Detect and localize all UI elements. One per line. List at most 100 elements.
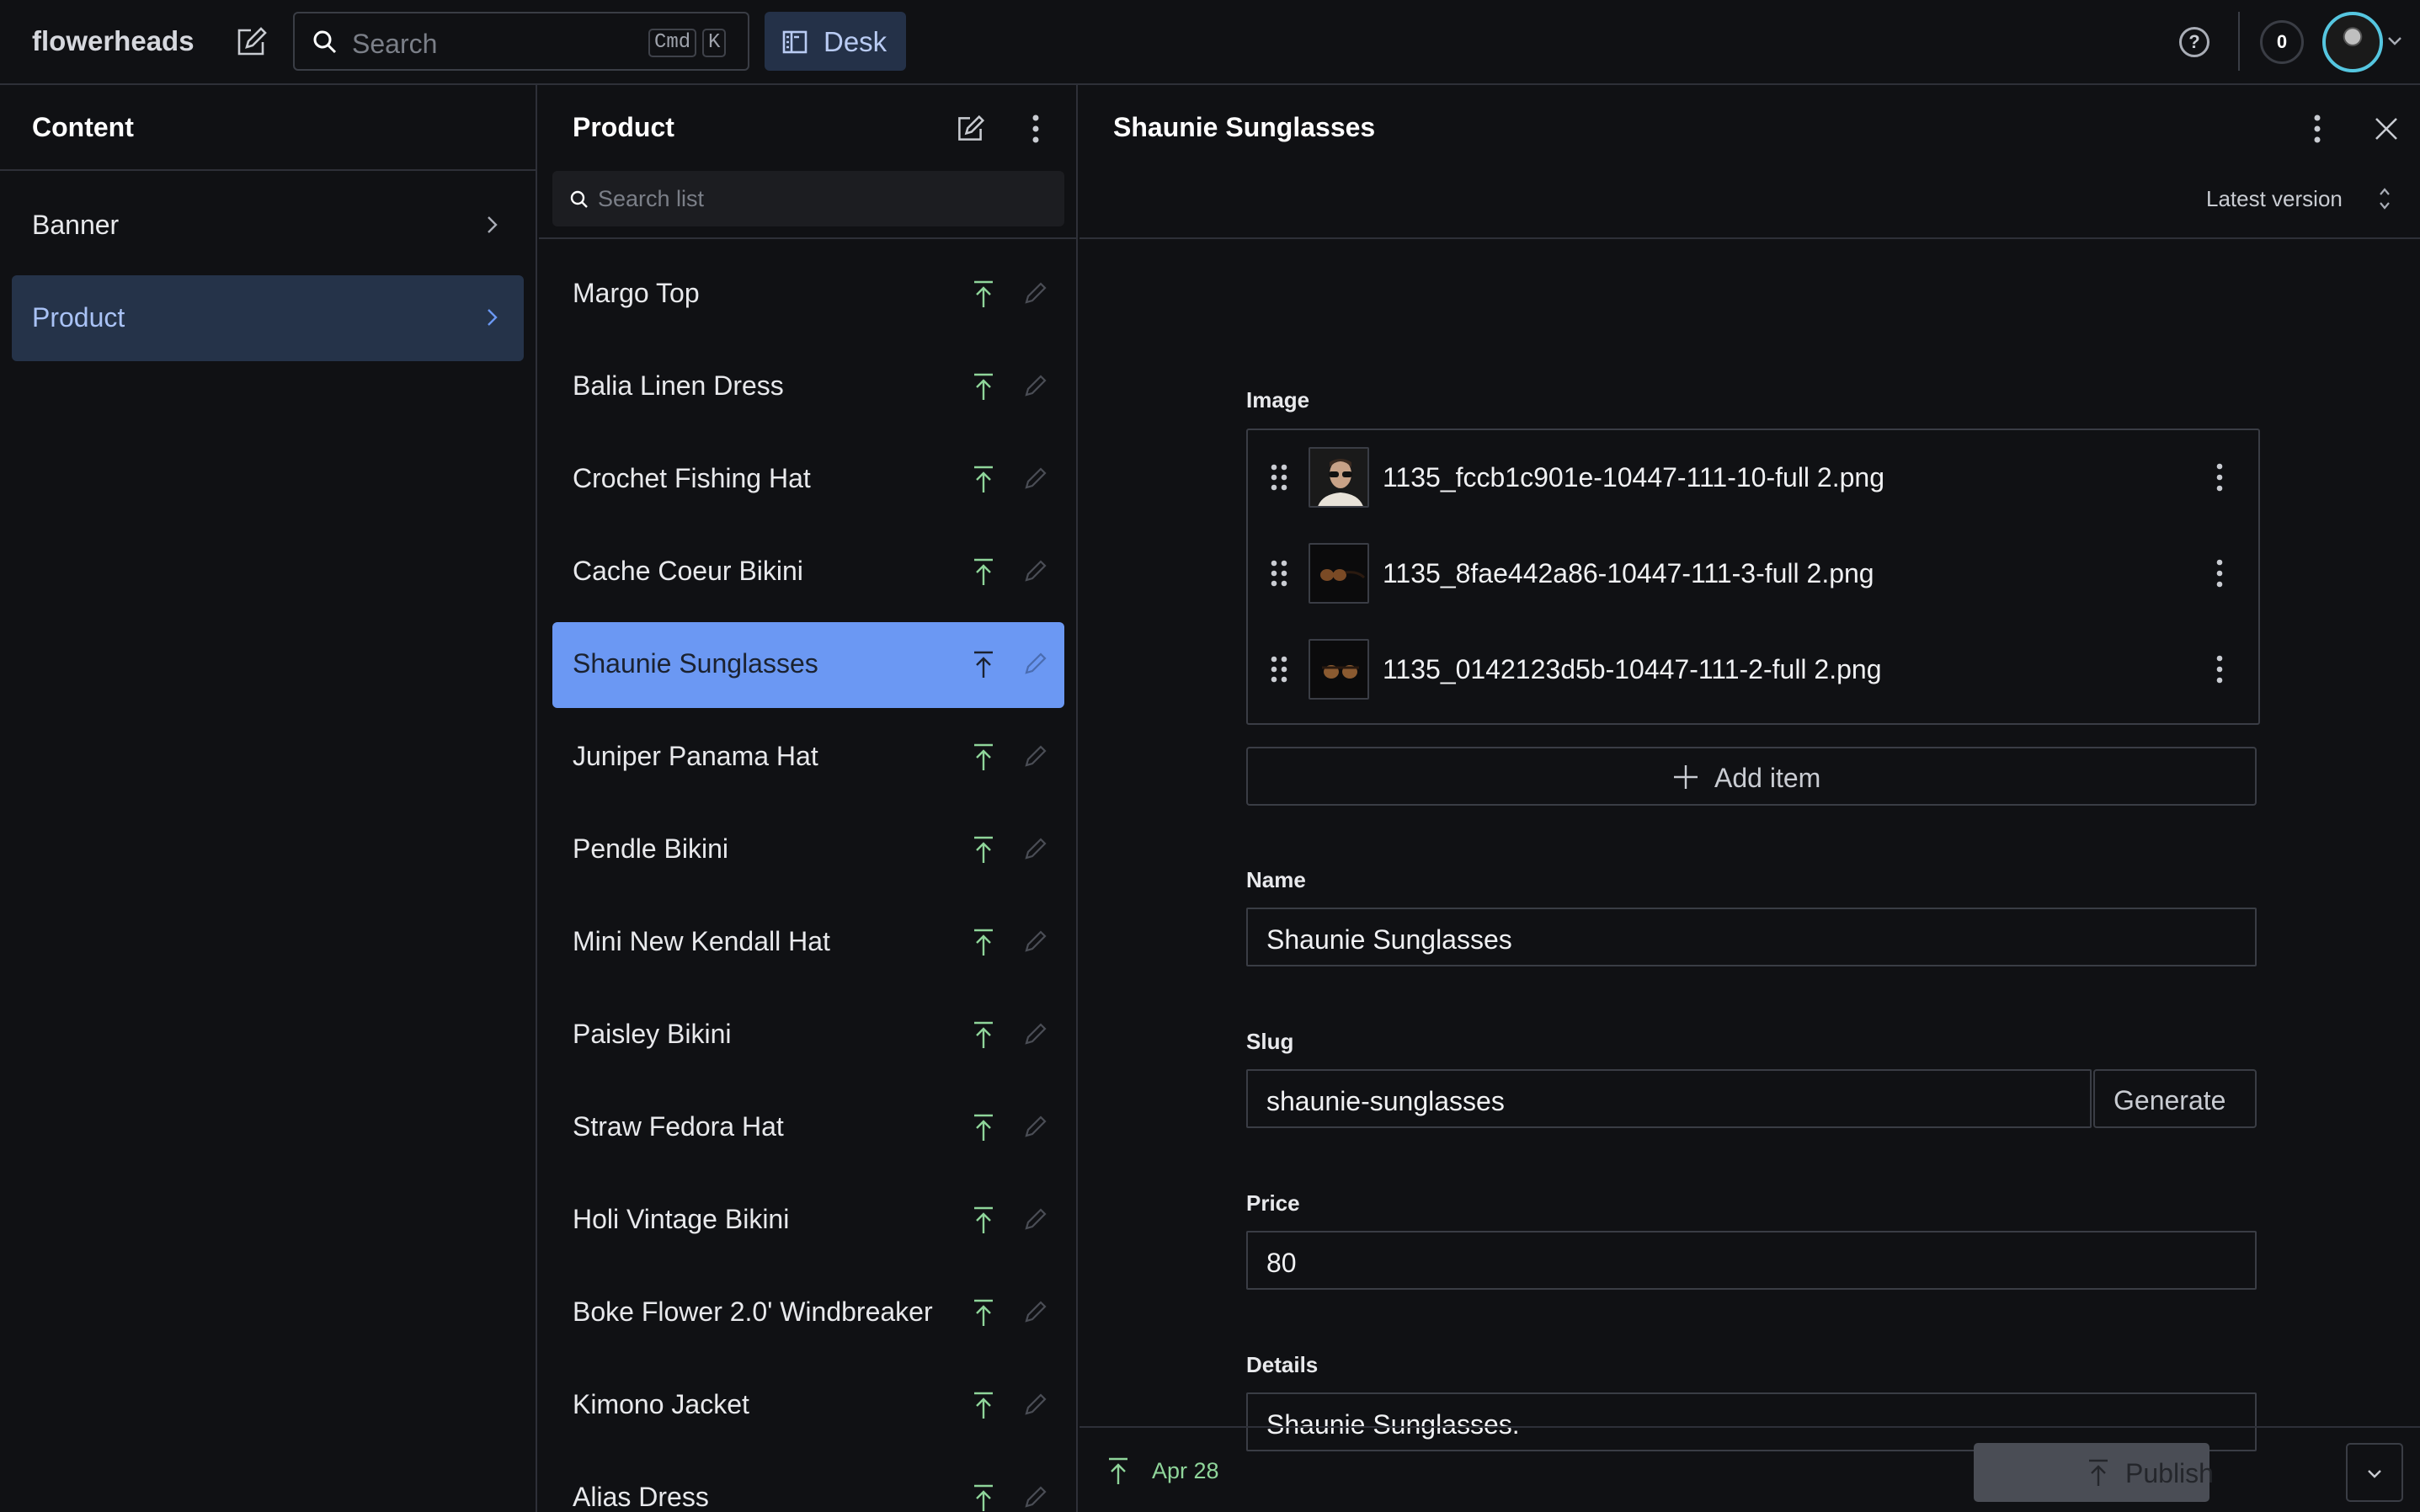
create-document-icon[interactable] <box>955 114 985 144</box>
slug-field-label: Slug <box>1246 1029 1294 1054</box>
kebab-menu-icon[interactable] <box>2215 558 2225 588</box>
document-list-item[interactable]: Kimono Jacket <box>552 1363 1064 1449</box>
close-icon[interactable] <box>2373 115 2400 142</box>
published-icon <box>972 650 995 679</box>
image-array-field: 1135_fccb1c901e-10447-111-10-full 2.png … <box>1246 429 2260 725</box>
draft-edit-icon <box>1024 1207 1047 1231</box>
published-icon <box>972 372 995 401</box>
nav-item-product[interactable]: Product <box>12 275 524 361</box>
published-date: Apr 28 <box>1152 1458 1219 1483</box>
list-search-input[interactable]: Search list <box>552 171 1064 226</box>
document-list-item[interactable]: Juniper Panama Hat <box>552 715 1064 801</box>
slug-input-value: shaunie-sunglasses <box>1266 1086 1505 1116</box>
name-input-value: Shaunie Sunglasses <box>1266 924 1512 955</box>
document-list-item[interactable]: Pendle Bikini <box>552 807 1064 893</box>
generate-slug-button[interactable]: Generate <box>2093 1069 2257 1128</box>
drag-handle-icon[interactable] <box>1270 558 1288 588</box>
image-array-item[interactable]: 1135_8fae442a86-10447-111-3-full 2.png <box>1248 526 2258 622</box>
published-icon <box>972 928 995 956</box>
draft-edit-icon <box>1024 652 1047 675</box>
drag-handle-icon[interactable] <box>1270 654 1288 684</box>
document-list-item[interactable]: Boke Flower 2.0' Windbreaker <box>552 1270 1064 1356</box>
image-thumbnail-sunglasses-front <box>1309 639 1369 700</box>
notification-count-badge[interactable]: 0 <box>2260 20 2304 64</box>
kebab-menu-icon[interactable] <box>2215 462 2225 492</box>
desk-icon <box>781 29 808 56</box>
draft-edit-icon <box>1024 1115 1047 1138</box>
chevron-up-down-icon[interactable] <box>2376 184 2393 213</box>
document-list-item-label: Straw Fedora Hat <box>573 1111 784 1142</box>
document-footer: Apr 28 Publish <box>1079 1426 2420 1512</box>
image-thumbnail-sunglasses-side <box>1309 543 1369 604</box>
published-icon <box>972 1298 995 1327</box>
document-list-item-label: Margo Top <box>573 278 700 308</box>
draft-edit-icon <box>1024 744 1047 768</box>
generate-label: Generate <box>2114 1085 2226 1115</box>
document-list-item[interactable]: Mini New Kendall Hat <box>552 900 1064 986</box>
chevron-down-icon[interactable] <box>2386 32 2403 49</box>
document-list-item-label: Paisley Bikini <box>573 1019 732 1049</box>
price-field-label: Price <box>1246 1190 1300 1216</box>
brand-name[interactable]: flowerheads <box>32 25 195 57</box>
document-header: Shaunie Sunglasses Latest version <box>1079 85 2420 239</box>
draft-edit-icon <box>1024 1022 1047 1046</box>
document-list-item-label: Kimono Jacket <box>573 1389 749 1419</box>
global-search-input[interactable]: Search Cmd K <box>293 12 749 71</box>
document-list-item-label: Alias Dress <box>573 1482 709 1512</box>
desk-tool-button[interactable]: Desk <box>765 12 906 71</box>
image-field-label: Image <box>1246 387 1310 413</box>
nav-item-banner[interactable]: Banner <box>12 183 524 269</box>
kebab-menu-icon[interactable] <box>1027 114 1044 144</box>
document-list-item[interactable]: Crochet Fishing Hat <box>552 437 1064 523</box>
name-field-label: Name <box>1246 867 1306 892</box>
content-panel-title: Content <box>32 112 134 142</box>
price-input[interactable]: 80 <box>1246 1231 2257 1290</box>
published-icon <box>972 1113 995 1142</box>
desk-label: Desk <box>824 26 888 57</box>
document-list-item[interactable]: Cache Coeur Bikini <box>552 530 1064 615</box>
document-list: Margo Top Balia Linen Dress Crochet Fishin… <box>552 252 1064 1512</box>
list-panel-title: Product <box>573 112 674 142</box>
published-icon <box>972 743 995 771</box>
published-icon <box>972 1206 995 1234</box>
published-icon <box>972 835 995 864</box>
add-item-label: Add item <box>1714 763 1821 793</box>
publish-menu-button[interactable] <box>2346 1443 2403 1502</box>
document-title: Shaunie Sunglasses <box>1113 112 1376 142</box>
published-icon <box>1106 1456 1130 1485</box>
kebab-menu-icon[interactable] <box>2215 654 2225 684</box>
chevron-right-icon <box>480 213 504 237</box>
publish-button[interactable]: Publish <box>1974 1443 2214 1502</box>
user-avatar[interactable] <box>2322 12 2383 72</box>
help-icon[interactable]: ? <box>2179 27 2209 57</box>
published-icon <box>972 465 995 493</box>
document-list-item-label: Pendle Bikini <box>573 833 728 864</box>
document-list-item[interactable]: Shaunie Sunglasses <box>552 622 1064 708</box>
kebab-menu-icon[interactable] <box>2309 114 2326 144</box>
draft-edit-icon <box>1024 1392 1047 1416</box>
name-input[interactable]: Shaunie Sunglasses <box>1246 908 2257 966</box>
document-list-item[interactable]: Alias Dress <box>552 1456 1064 1512</box>
document-list-item[interactable]: Margo Top <box>552 252 1064 338</box>
search-placeholder: Search <box>352 29 438 59</box>
details-field-label: Details <box>1246 1352 1319 1377</box>
document-list-item-label: Mini New Kendall Hat <box>573 926 830 956</box>
drag-handle-icon[interactable] <box>1270 462 1288 492</box>
image-filename: 1135_fccb1c901e-10447-111-10-full 2.png <box>1383 462 1884 492</box>
image-array-item[interactable]: 1135_fccb1c901e-10447-111-10-full 2.png <box>1248 430 2258 526</box>
document-list-item[interactable]: Straw Fedora Hat <box>552 1085 1064 1171</box>
image-array-item[interactable]: 1135_0142123d5b-10447-111-2-full 2.png <box>1248 622 2258 718</box>
slug-input[interactable]: shaunie-sunglasses <box>1246 1069 2092 1128</box>
search-icon <box>569 189 589 210</box>
compose-icon[interactable] <box>234 25 268 59</box>
version-selector[interactable]: Latest version <box>2206 186 2343 212</box>
document-list-item[interactable]: Holi Vintage Bikini <box>552 1178 1064 1264</box>
add-item-button[interactable]: Add item <box>1246 747 2257 806</box>
document-list-item-label: Crochet Fishing Hat <box>573 463 811 493</box>
document-list-item[interactable]: Balia Linen Dress <box>552 344 1064 430</box>
shortcut-key-cmd: Cmd <box>648 29 697 57</box>
document-list-item[interactable]: Paisley Bikini <box>552 993 1064 1078</box>
divider <box>2238 12 2240 71</box>
published-icon <box>972 1020 995 1049</box>
draft-edit-icon <box>1024 837 1047 860</box>
